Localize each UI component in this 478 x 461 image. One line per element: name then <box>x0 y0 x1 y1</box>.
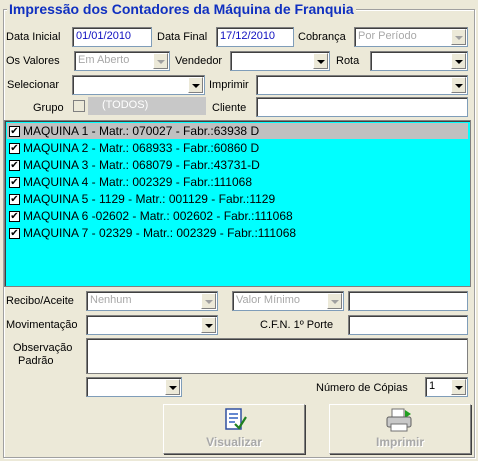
data-final-field[interactable]: 17/12/2010 <box>216 27 294 47</box>
chevron-down-icon[interactable] <box>313 53 328 69</box>
chevron-down-icon[interactable] <box>188 77 203 93</box>
imprimir-button[interactable]: Imprimir <box>329 404 471 454</box>
list-item[interactable]: ✔ MAQUINA 5 - 1129 - Matr.: 001129 - Fabr… <box>7 191 468 207</box>
machine-checkbox[interactable]: ✔ <box>9 160 20 171</box>
vendedor-combo[interactable] <box>230 51 330 71</box>
recibo-combo[interactable]: Nenhum <box>86 291 218 311</box>
chevron-down-icon[interactable] <box>201 317 216 333</box>
vendedor-label: Vendedor <box>175 55 223 67</box>
valor-value: Valor Mínimo <box>236 294 300 306</box>
visualizar-button[interactable]: Visualizar <box>163 404 305 454</box>
imprimir-label: Imprimir <box>209 79 249 91</box>
chevron-down-icon[interactable] <box>153 53 168 69</box>
grupo-label: Grupo <box>33 102 64 114</box>
list-item[interactable]: ✔ MAQUINA 2 - Matr.: 068933 - Fabr.:60860… <box>7 140 468 156</box>
os-valores-label: Os Valores <box>6 55 60 67</box>
movimentacao-combo[interactable] <box>86 315 218 335</box>
extra-combo[interactable] <box>86 377 182 397</box>
machine-list[interactable]: ✔ MAQUINA 1 - Matr.: 070027 - Fabr.:63938… <box>4 120 471 287</box>
valor-input[interactable] <box>348 291 468 311</box>
selecionar-label: Selecionar <box>7 79 59 91</box>
list-item[interactable]: ✔ MAQUINA 6 -02602 - Matr.: 002602 - Fabr… <box>7 208 468 224</box>
list-item[interactable]: ✔ MAQUINA 1 - Matr.: 070027 - Fabr.:63938… <box>7 123 468 139</box>
machine-label: MAQUINA 5 - 1129 - Matr.: 001129 - Fabr.… <box>23 192 276 206</box>
data-inicial-label: Data Inicial <box>6 31 61 43</box>
copias-label: Número de Cópias <box>316 382 408 394</box>
window-title: Impressão dos Contadores da Máquina de F… <box>7 1 356 17</box>
copias-combo[interactable]: 1 <box>425 377 468 397</box>
cobranca-combo[interactable]: Por Período <box>354 27 468 47</box>
list-item[interactable]: ✔ MAQUINA 3 - Matr.: 068079 - Fabr.:43731… <box>7 157 468 173</box>
chevron-down-icon[interactable] <box>201 293 216 309</box>
machine-checkbox[interactable]: ✔ <box>9 177 20 188</box>
cfn-field[interactable] <box>348 315 468 335</box>
valor-combo[interactable]: Valor Mínimo <box>232 291 344 311</box>
cobranca-value: Por Período <box>358 30 417 42</box>
grupo-checkbox[interactable] <box>73 100 85 112</box>
chevron-down-icon[interactable] <box>327 293 342 309</box>
chevron-down-icon[interactable] <box>451 77 466 93</box>
chevron-down-icon[interactable] <box>451 53 466 69</box>
data-final-label: Data Final <box>157 31 208 43</box>
machine-label: MAQUINA 2 - Matr.: 068933 - Fabr.:60860 … <box>23 141 260 155</box>
selecionar-combo[interactable] <box>72 75 205 95</box>
padrao-label: Padrão <box>18 355 54 367</box>
list-item[interactable]: ✔ MAQUINA 4 - Matr.: 002329 - Fabr.:11106… <box>7 174 468 190</box>
machine-label: MAQUINA 4 - Matr.: 002329 - Fabr.:111068 <box>23 175 253 189</box>
machine-checkbox[interactable]: ✔ <box>9 228 20 239</box>
chevron-down-icon[interactable] <box>451 29 466 45</box>
observacao-memo[interactable] <box>86 338 468 374</box>
printer-icon <box>386 408 412 432</box>
machine-label: MAQUINA 7 - 02329 - Matr.: 002329 - Fabr… <box>23 226 297 240</box>
list-item[interactable]: ✔ MAQUINA 7 - 02329 - Matr.: 002329 - Fab… <box>7 225 468 241</box>
imprimir-label: Imprimir <box>375 435 424 449</box>
machine-checkbox[interactable]: ✔ <box>9 126 20 137</box>
copias-value: 1 <box>429 380 436 392</box>
os-valores-combo[interactable]: Em Aberto <box>74 51 170 71</box>
machine-label: MAQUINA 3 - Matr.: 068079 - Fabr.:43731-… <box>23 158 260 172</box>
cliente-label: Cliente <box>212 102 247 114</box>
rota-label: Rota <box>336 55 360 67</box>
machine-checkbox[interactable]: ✔ <box>9 211 20 222</box>
report-preview-icon <box>225 408 247 430</box>
os-valores-value: Em Aberto <box>78 54 130 66</box>
cobranca-label: Cobrança <box>298 31 346 43</box>
machine-checkbox[interactable]: ✔ <box>9 194 20 205</box>
imprimir-combo[interactable] <box>256 75 468 95</box>
visualizar-label: Visualizar <box>206 435 262 449</box>
recibo-label: Recibo/Aceite <box>6 295 74 307</box>
machine-label: MAQUINA 1 - Matr.: 070027 - Fabr.:63938 … <box>23 124 260 138</box>
recibo-value: Nenhum <box>90 294 132 306</box>
grupo-field: (TODOS) <box>88 97 206 115</box>
machine-checkbox[interactable]: ✔ <box>9 143 20 154</box>
movimentacao-label: Movimentação <box>6 319 78 331</box>
cfn-label: C.F.N. 1º Porte <box>260 319 334 331</box>
machine-label: MAQUINA 6 -02602 - Matr.: 002602 - Fabr.… <box>23 209 293 223</box>
chevron-down-icon[interactable] <box>165 379 180 395</box>
rota-combo[interactable] <box>370 51 468 71</box>
cliente-field[interactable] <box>256 97 468 117</box>
observacao-label: Observação <box>13 342 73 354</box>
chevron-down-icon[interactable] <box>451 379 466 395</box>
data-inicial-field[interactable]: 01/01/2010 <box>72 27 152 47</box>
